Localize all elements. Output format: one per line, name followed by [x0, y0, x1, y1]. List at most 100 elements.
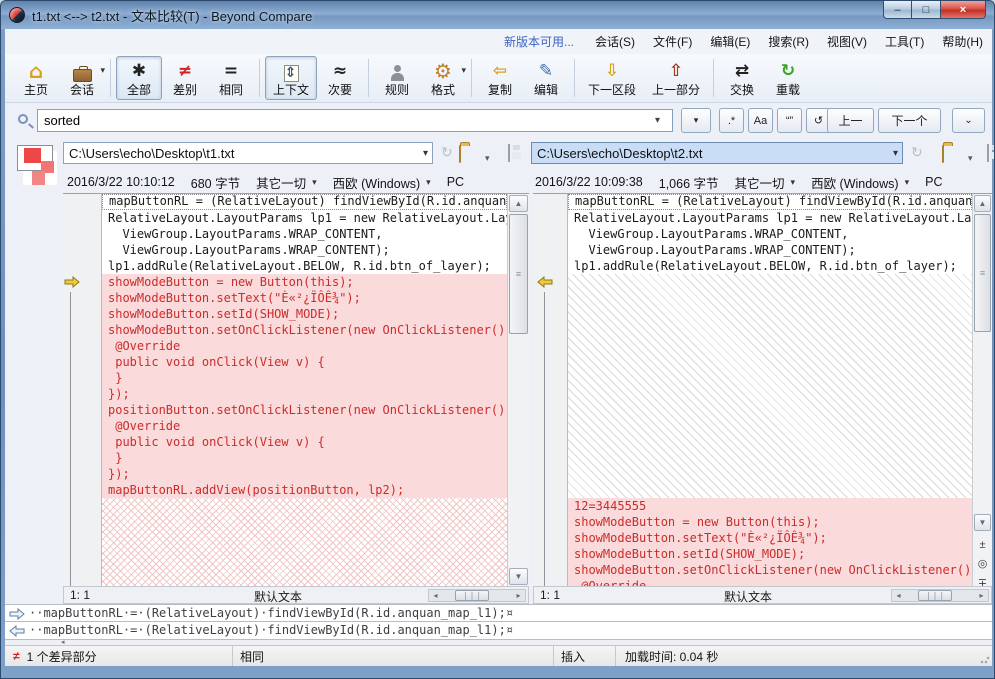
left-vertical-scrollbar[interactable]: ▲ ≡ ▼ [507, 193, 529, 586]
code-line[interactable]: } [102, 370, 507, 386]
chevron-down-icon[interactable]: ▾ [423, 148, 428, 159]
code-line[interactable]: } [102, 450, 507, 466]
menu-item[interactable]: 帮助(H) [933, 33, 992, 50]
chevron-down-icon[interactable]: ▾ [461, 65, 466, 76]
left-folder-dropdown-icon[interactable]: ▾ [485, 153, 490, 163]
toolbar-button[interactable]: ⌂ ▾ 主页 [13, 56, 59, 100]
code-line[interactable]: showModeButton.setOnClickListener(new On… [568, 562, 972, 578]
left-file-encoding[interactable]: 西欧 (Windows) [333, 173, 421, 192]
code-line[interactable]: RelativeLayout.LayoutParams lp1 = new Re… [102, 210, 507, 226]
code-line[interactable]: showModeButton = new Button(this); [568, 514, 972, 530]
right-vertical-scrollbar[interactable]: ▲ ≡ ▼ ± ◎ ∓ [972, 193, 992, 586]
toolbar-button[interactable]: ↻ ▾ 重载 [765, 56, 811, 100]
search-dropdown-button[interactable]: ▾ [681, 108, 711, 133]
code-line[interactable]: @Override [568, 578, 972, 586]
toolbar-button[interactable]: ⇄ ▾ 交换 [719, 56, 765, 100]
scrollbar-thumb[interactable]: ❘❘❘ [918, 590, 952, 601]
chevron-down-icon[interactable]: ▾ [312, 177, 317, 188]
scrollbar-thumb[interactable]: ≡ [509, 214, 528, 334]
search-option-button[interactable]: “” [777, 108, 802, 133]
scrollbar-thumb[interactable]: ❘❘❘ [455, 590, 489, 601]
search-more-button[interactable]: ⌄ [952, 108, 985, 133]
diff-section-arrow-left-icon[interactable] [537, 276, 553, 288]
toolbar-button[interactable]: ⇕ ▾ 上下文 [265, 56, 317, 100]
search-input[interactable] [37, 109, 673, 132]
toolbar-button[interactable]: ▾ 会话 [59, 56, 105, 100]
code-line[interactable]: }); [102, 466, 507, 482]
toolbar-button[interactable]: ⇩ ▾ 下一区段 [580, 56, 644, 100]
scroll-up-button[interactable]: ▲ [974, 195, 991, 212]
minimize-button[interactable]: – [883, 1, 912, 19]
toolbar-button[interactable]: ▾ [713, 59, 714, 97]
scroll-down-button[interactable]: ▼ [974, 514, 991, 531]
left-file-filter[interactable]: 其它一切 [256, 173, 306, 192]
toolbar-button[interactable]: ▾ [110, 59, 111, 97]
scroll-right-button[interactable]: ▸ [975, 590, 988, 601]
code-line[interactable]: positionButton.setOnClickListener(new On… [102, 402, 507, 418]
diff-section-arrow-right-icon[interactable] [64, 276, 80, 288]
right-file-filter[interactable]: 其它一切 [735, 173, 785, 192]
menu-item[interactable]: 工具(T) [876, 33, 933, 50]
code-line[interactable]: public void onClick(View v) { [102, 434, 507, 450]
update-available-link[interactable]: 新版本可用... [504, 33, 574, 50]
left-open-folder-icon[interactable] [459, 145, 461, 163]
code-line[interactable]: @Override [102, 338, 507, 354]
right-open-folder-icon[interactable] [942, 145, 944, 163]
code-line[interactable]: mapButtonRL.addView(positionButton, lp2)… [102, 482, 507, 498]
menu-item[interactable]: 文件(F) [644, 33, 701, 50]
right-folder-dropdown-icon[interactable]: ▾ [968, 153, 973, 163]
right-horizontal-scrollbar[interactable]: ◂ ❘❘❘ ▸ [891, 589, 989, 602]
menu-item[interactable]: 会话(S) [586, 33, 644, 50]
restore-button[interactable]: □ [912, 1, 940, 19]
code-line[interactable]: }); [102, 386, 507, 402]
find-next-button[interactable]: 下一个 [878, 108, 941, 133]
toolbar-button[interactable]: ✱ ▾ 全部 [116, 56, 162, 100]
scroll-down-button[interactable]: ▼ [509, 568, 528, 585]
code-line[interactable]: showModeButton.setText("È«²¿ÏÔÊ¾"); [102, 290, 507, 306]
find-previous-button[interactable]: 上一 [827, 108, 874, 133]
menu-item[interactable]: 搜索(R) [759, 33, 818, 50]
code-line[interactable]: mapButtonRL = (RelativeLayout) findViewB… [102, 194, 507, 210]
toolbar-button[interactable]: ⚙ ▾ 格式 [420, 56, 466, 100]
scrollbar-thumb[interactable]: ≡ [974, 214, 991, 332]
code-line[interactable]: RelativeLayout.LayoutParams lp1 = new Re… [568, 210, 972, 226]
toolbar-button[interactable]: ≠ ▾ 差别 [162, 56, 208, 100]
toolbar-button[interactable]: = ▾ 相同 [208, 56, 254, 100]
code-line[interactable]: public void onClick(View v) { [102, 354, 507, 370]
toolbar-button[interactable]: ⇧ ▾ 上一部分 [644, 56, 708, 100]
left-text-pane[interactable]: mapButtonRL = (RelativeLayout) findViewB… [101, 193, 507, 586]
center-diff-button[interactable]: ◎ [973, 555, 992, 573]
toolbar-button[interactable]: ✎ ▾ 编辑 [523, 56, 569, 100]
code-line[interactable]: showModeButton.setId(SHOW_MODE); [568, 546, 972, 562]
chevron-down-icon[interactable]: ▾ [791, 177, 796, 188]
toolbar-button[interactable]: ▾ [471, 59, 472, 97]
menu-item[interactable]: 视图(V) [818, 33, 876, 50]
search-combo-arrow-icon[interactable]: ▾ [655, 115, 660, 126]
right-path-combo[interactable]: C:\Users\echo\Desktop\t2.txt ▾ [531, 142, 903, 164]
code-line[interactable]: mapButtonRL = (RelativeLayout) findViewB… [568, 194, 972, 210]
right-text-pane[interactable]: mapButtonRL = (RelativeLayout) findViewB… [567, 193, 972, 586]
right-format-label[interactable]: 默认文本 [724, 588, 772, 605]
code-line[interactable]: lp1.addRule(RelativeLayout.BELOW, R.id.b… [102, 258, 507, 274]
scroll-right-button[interactable]: ▸ [512, 590, 525, 601]
search-option-button[interactable]: .* [719, 108, 744, 133]
right-save-icon[interactable] [987, 144, 989, 162]
left-path-combo[interactable]: C:\Users\echo\Desktop\t1.txt ▾ [63, 142, 433, 164]
left-refresh-icon[interactable]: ↻ [441, 144, 453, 161]
scroll-up-button[interactable]: ▲ [509, 195, 528, 212]
code-line[interactable]: showModeButton.setText("È«²¿ÏÔÊ¾"); [568, 530, 972, 546]
toolbar-button[interactable]: ▾ 规则 [374, 56, 420, 100]
code-line[interactable]: 12=3445555 [568, 498, 972, 514]
chevron-down-icon[interactable]: ▾ [893, 148, 898, 159]
scroll-left-button[interactable]: ◂ [429, 590, 442, 601]
search-option-button[interactable]: Aa [748, 108, 773, 133]
detail-arrow-right-icon[interactable] [9, 608, 25, 620]
code-line[interactable]: ViewGroup.LayoutParams.WRAP_CONTENT); [102, 242, 507, 258]
code-line[interactable]: showModeButton = new Button(this); [102, 274, 507, 290]
code-line[interactable]: lp1.addRule(RelativeLayout.BELOW, R.id.b… [568, 258, 972, 274]
code-line[interactable]: showModeButton.setId(SHOW_MODE); [102, 306, 507, 322]
code-line[interactable]: @Override [102, 418, 507, 434]
toolbar-button[interactable]: ⇦ ▾ 复制 [477, 56, 523, 100]
scroll-left-button[interactable]: ◂ [892, 590, 905, 601]
code-line[interactable]: ViewGroup.LayoutParams.WRAP_CONTENT, [102, 226, 507, 242]
